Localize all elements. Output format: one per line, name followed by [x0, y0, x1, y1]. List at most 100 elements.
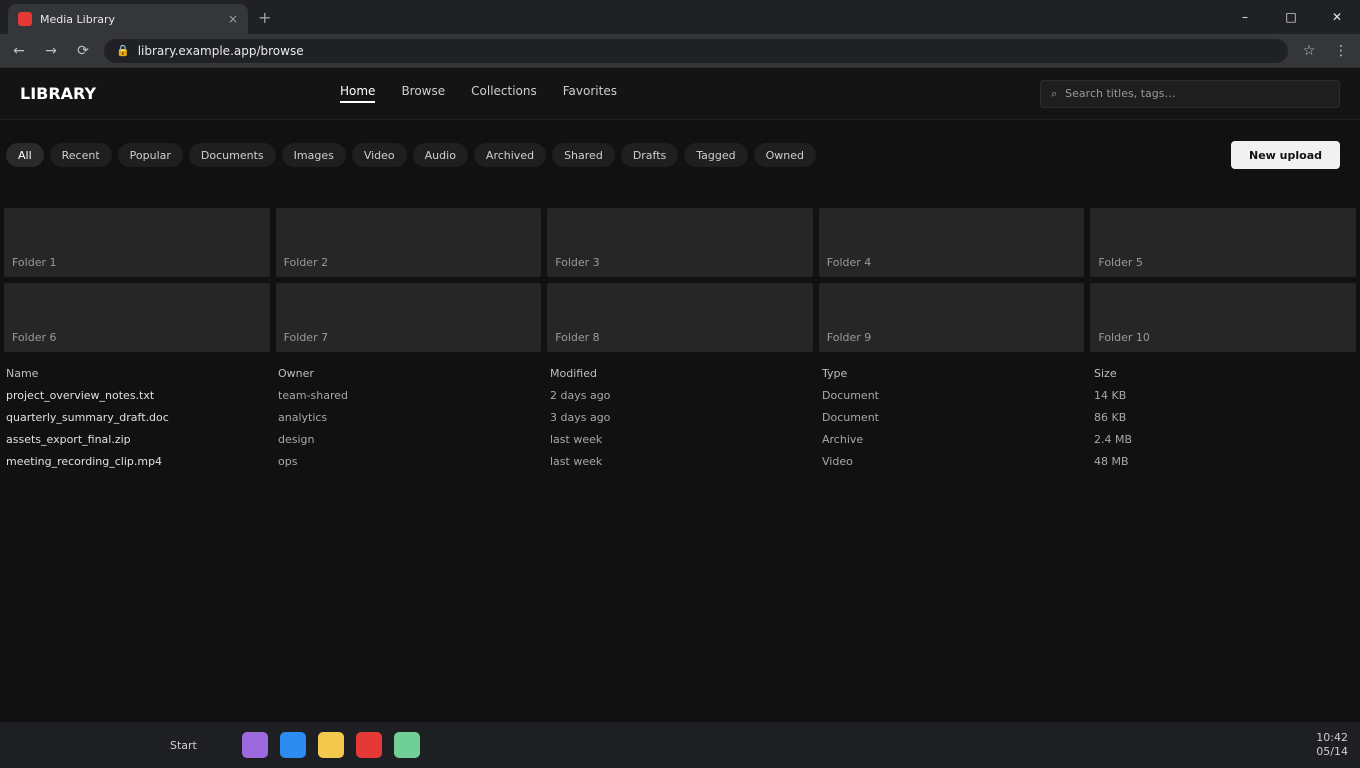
nav-item-favorites[interactable]: Favorites [563, 84, 617, 103]
filter-chip[interactable]: Audio [412, 143, 468, 167]
filter-chip[interactable]: Tagged [684, 143, 748, 167]
folder-tile[interactable]: Folder 9 [818, 283, 1085, 352]
folder-tile[interactable]: Folder 7 [275, 283, 542, 352]
close-window-button[interactable]: ✕ [1314, 0, 1360, 34]
column-header-name[interactable]: Name [0, 367, 272, 380]
table-cell: 3 days ago [550, 410, 611, 424]
new-upload-button[interactable]: New upload [1231, 141, 1340, 169]
red-app-icon[interactable] [356, 732, 382, 758]
table-cell: 14 KB [1094, 388, 1127, 402]
folder-tile-label: Folder 5 [1098, 256, 1143, 269]
table-row[interactable]: quarterly_summary_draft.doc analytics 3 … [0, 406, 1360, 428]
file-table: Name Owner Modified Type Size project_ov… [0, 362, 1360, 472]
table-cell: Document [822, 410, 879, 424]
folder-tile[interactable]: Folder 8 [547, 283, 813, 352]
os-taskbar: Start 10:42 05/14 [0, 722, 1360, 768]
filter-chip[interactable]: All [6, 143, 44, 167]
filter-chip[interactable]: Shared [552, 143, 615, 167]
reload-icon[interactable]: ⟳ [72, 43, 94, 59]
favicon-icon [18, 12, 32, 26]
table-cell: quarterly_summary_draft.doc [6, 410, 169, 424]
green-app-icon[interactable] [394, 732, 420, 758]
folder-tile[interactable]: Folder 1 [4, 208, 270, 277]
nav-item-browse[interactable]: Browse [401, 84, 445, 103]
system-tray-clock[interactable]: 10:42 05/14 [1316, 731, 1348, 759]
folder-tile-label: Folder 9 [826, 331, 872, 344]
nav-item-collections[interactable]: Collections [471, 84, 537, 103]
table-cell: meeting_recording_clip.mp4 [6, 454, 163, 468]
folder-tile[interactable]: Folder 10 [1090, 283, 1356, 352]
filter-chip[interactable]: Drafts [620, 143, 679, 167]
filter-chip[interactable]: Recent [49, 143, 112, 167]
yellow-app-icon[interactable] [318, 732, 344, 758]
folder-tile[interactable]: Folder 5 [1090, 208, 1356, 277]
forward-icon[interactable]: → [40, 43, 62, 59]
folder-tile-label: Folder 1 [12, 256, 57, 269]
clock-date: 05/14 [1316, 745, 1348, 758]
folder-tile-label: Folder 2 [283, 256, 329, 269]
new-tab-icon[interactable]: + [258, 8, 271, 27]
filter-chip[interactable]: Video [351, 143, 407, 167]
filter-chip[interactable]: Owned [753, 143, 817, 167]
column-header-size[interactable]: Size [1088, 367, 1360, 380]
search-icon: ⌕ [1051, 86, 1058, 100]
table-row[interactable]: project_overview_notes.txt team-shared 2… [0, 384, 1360, 406]
table-cell: design [278, 432, 315, 446]
clock-time: 10:42 [1316, 731, 1348, 744]
url-text[interactable]: library.example.app/browse [138, 44, 304, 58]
table-header: Name Owner Modified Type Size [0, 362, 1360, 384]
folder-tile-label: Folder 8 [555, 331, 600, 344]
folder-grid: Folder 1 Folder 2 Folder 3 Folder 4 Fold… [0, 208, 1360, 352]
table-cell: 48 MB [1094, 454, 1129, 468]
minimize-button[interactable]: – [1222, 0, 1268, 34]
filter-chips: All Recent Popular Documents Images Vide… [6, 143, 817, 167]
address-bar[interactable]: 🔒 library.example.app/browse [104, 38, 1288, 63]
table-cell: analytics [278, 410, 328, 424]
app-logo[interactable]: LIBRARY [20, 84, 220, 103]
search-placeholder: Search titles, tags… [1065, 87, 1176, 100]
back-icon[interactable]: ← [8, 43, 30, 59]
browser-toolbar: ← → ⟳ 🔒 library.example.app/browse ☆ ⋮ [0, 34, 1360, 68]
bookmark-star-icon[interactable]: ☆ [1298, 43, 1320, 59]
window-controls: – □ ✕ [1222, 0, 1360, 34]
table-cell: 86 KB [1094, 410, 1127, 424]
table-cell: Document [822, 388, 879, 402]
folder-tile[interactable]: Folder 6 [4, 283, 270, 352]
folder-tile-label: Folder 10 [1098, 331, 1150, 344]
nav-item-home[interactable]: Home [340, 84, 376, 103]
browser-menu-icon[interactable]: ⋮ [1330, 43, 1352, 59]
folder-tile-label: Folder 7 [283, 331, 329, 344]
table-cell: project_overview_notes.txt [6, 388, 155, 402]
folder-tile-label: Folder 3 [555, 256, 600, 269]
filter-chip[interactable]: Documents [188, 143, 276, 167]
blue-app-icon[interactable] [280, 732, 306, 758]
start-button[interactable]: Start [170, 739, 230, 752]
table-row[interactable]: assets_export_final.zip design last week… [0, 428, 1360, 450]
folder-tile[interactable]: Folder 2 [275, 208, 542, 277]
table-cell: Video [822, 454, 853, 468]
tab-title: Media Library [40, 12, 115, 26]
table-cell: last week [550, 454, 603, 468]
column-header-type[interactable]: Type [816, 367, 1088, 380]
column-header-modified[interactable]: Modified [544, 367, 816, 380]
table-row[interactable]: meeting_recording_clip.mp4 ops last week… [0, 450, 1360, 472]
purple-app-icon[interactable] [242, 732, 268, 758]
filter-bar: All Recent Popular Documents Images Vide… [0, 138, 1360, 172]
filter-chip[interactable]: Images [281, 143, 346, 167]
table-cell: 2 days ago [550, 388, 611, 402]
search-input[interactable]: ⌕ Search titles, tags… [1040, 79, 1340, 108]
filter-chip[interactable]: Archived [473, 143, 547, 167]
folder-tile[interactable]: Folder 4 [818, 208, 1085, 277]
browser-titlebar: Media Library × + – □ ✕ [0, 0, 1360, 34]
column-header-owner[interactable]: Owner [272, 367, 544, 380]
tab-close-icon[interactable]: × [228, 12, 238, 26]
table-cell: last week [550, 432, 603, 446]
folder-tile-label: Folder 4 [826, 256, 872, 269]
table-cell: assets_export_final.zip [6, 432, 131, 446]
folder-tile-label: Folder 6 [12, 331, 57, 344]
folder-tile[interactable]: Folder 3 [547, 208, 813, 277]
maximize-button[interactable]: □ [1268, 0, 1314, 34]
filter-chip[interactable]: Popular [117, 143, 183, 167]
browser-tab[interactable]: Media Library × [8, 4, 248, 34]
app-header: LIBRARY Home Browse Collections Favorite… [0, 68, 1360, 120]
